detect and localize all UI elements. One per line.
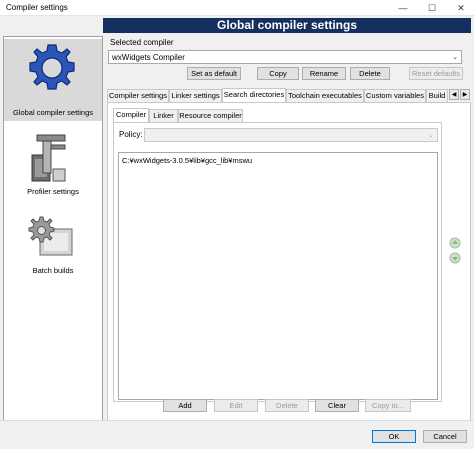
- window-titlebar: Compiler settings — ☐ ✕: [0, 0, 474, 16]
- move-down-icon[interactable]: [449, 252, 461, 264]
- rename-button[interactable]: Rename: [302, 67, 346, 80]
- delete-compiler-button[interactable]: Delete: [350, 67, 390, 80]
- copy-button[interactable]: Copy: [257, 67, 299, 80]
- tab-build[interactable]: Build: [426, 89, 448, 102]
- add-button[interactable]: Add: [163, 399, 207, 412]
- settings-tabs: Compiler settings Linker settings Search…: [107, 88, 471, 102]
- tab-custom-variables[interactable]: Custom variables: [364, 89, 426, 102]
- chevron-down-icon: ⌄: [428, 132, 434, 139]
- policy-select[interactable]: ⌄: [144, 128, 438, 142]
- nav-item-label: Global compiler settings: [12, 108, 94, 117]
- gear-icon: [29, 44, 75, 90]
- selected-compiler-select[interactable]: wxWidgets Compiler ⌄: [108, 50, 462, 64]
- tab-search-directories[interactable]: Search directories: [222, 88, 286, 102]
- nav-item-label: Profiler settings: [27, 187, 79, 196]
- edit-button[interactable]: Edit: [214, 399, 258, 412]
- tab-scroll-left-icon[interactable]: ◀: [449, 89, 459, 100]
- tab-compiler-settings[interactable]: Compiler settings: [107, 89, 169, 102]
- chevron-down-icon: ⌄: [452, 54, 458, 61]
- nav-item-profiler[interactable]: Profiler settings: [4, 129, 102, 199]
- batch-builds-icon: [28, 216, 73, 256]
- maximize-icon[interactable]: ☐: [421, 0, 443, 16]
- delete-directory-button[interactable]: Delete: [265, 399, 309, 412]
- tab-toolchain-executables[interactable]: Toolchain executables: [286, 89, 364, 102]
- window-title: Compiler settings: [6, 3, 68, 12]
- reset-defaults-button[interactable]: Reset defaults: [409, 67, 463, 80]
- dialog-body: Global compiler settings Global compiler…: [0, 16, 474, 449]
- tab-linker-settings[interactable]: Linker settings: [169, 89, 222, 102]
- subtab-resource-compiler[interactable]: Resource compiler: [178, 109, 243, 122]
- nav-item-batch-builds[interactable]: Batch builds: [4, 211, 102, 281]
- selected-compiler-label: Selected compiler: [110, 38, 174, 47]
- set-default-button[interactable]: Set as default: [187, 67, 241, 80]
- subtab-compiler[interactable]: Compiler: [113, 108, 149, 122]
- minimize-icon[interactable]: —: [392, 0, 414, 16]
- ok-button[interactable]: OK: [372, 430, 416, 443]
- settings-nav: Global compiler settings Profiler settin…: [3, 36, 103, 436]
- move-up-icon[interactable]: [449, 237, 461, 249]
- directories-list[interactable]: C:¥wxWidgets-3.0.5¥lib¥gcc_lib¥mswu: [118, 152, 438, 400]
- selected-compiler-value: wxWidgets Compiler: [112, 53, 185, 62]
- policy-label: Policy:: [119, 130, 143, 139]
- profiler-icon: [31, 134, 66, 182]
- subtabs: Compiler Linker Resource compiler: [113, 108, 313, 122]
- page-title: Global compiler settings: [103, 18, 471, 33]
- subtab-linker[interactable]: Linker: [149, 109, 178, 122]
- cancel-button[interactable]: Cancel: [423, 430, 467, 443]
- tab-scroll-right-icon[interactable]: ▶: [460, 89, 470, 100]
- nav-item-global-compiler[interactable]: Global compiler settings: [4, 39, 102, 121]
- copy-to-button[interactable]: Copy to...: [365, 399, 411, 412]
- nav-item-label: Batch builds: [32, 266, 74, 275]
- close-icon[interactable]: ✕: [450, 0, 472, 16]
- list-item[interactable]: C:¥wxWidgets-3.0.5¥lib¥gcc_lib¥mswu: [122, 156, 252, 165]
- clear-button[interactable]: Clear: [315, 399, 359, 412]
